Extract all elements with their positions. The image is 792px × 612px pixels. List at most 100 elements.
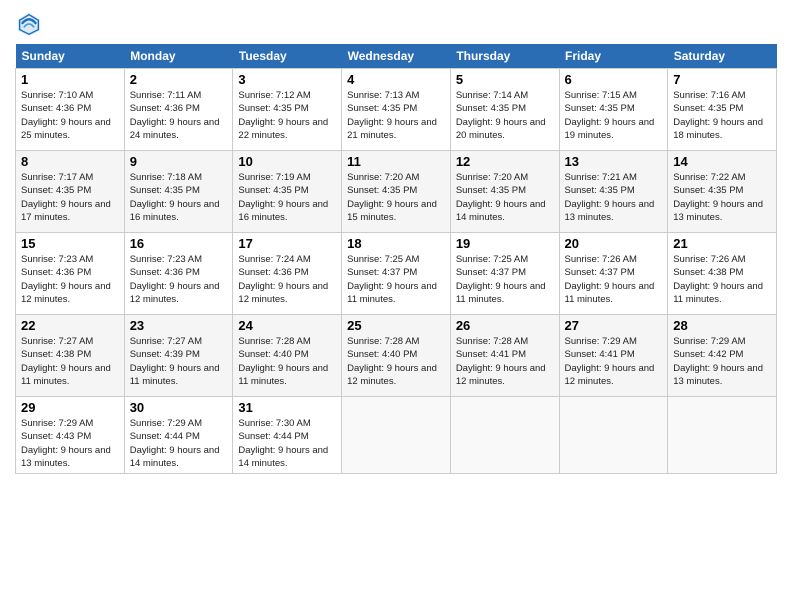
- header: [15, 10, 777, 38]
- calendar-cell: 10 Sunrise: 7:19 AMSunset: 4:35 PMDaylig…: [233, 151, 342, 233]
- day-number: 22: [21, 318, 119, 333]
- day-info: Sunrise: 7:25 AMSunset: 4:37 PMDaylight:…: [456, 254, 546, 305]
- day-number: 1: [21, 72, 119, 87]
- day-info: Sunrise: 7:30 AMSunset: 4:44 PMDaylight:…: [238, 418, 328, 469]
- calendar-cell: 4 Sunrise: 7:13 AMSunset: 4:35 PMDayligh…: [342, 69, 451, 151]
- calendar-cell: 2 Sunrise: 7:11 AMSunset: 4:36 PMDayligh…: [124, 69, 233, 151]
- day-number: 19: [456, 236, 554, 251]
- calendar-cell: 13 Sunrise: 7:21 AMSunset: 4:35 PMDaylig…: [559, 151, 668, 233]
- calendar-cell: 6 Sunrise: 7:15 AMSunset: 4:35 PMDayligh…: [559, 69, 668, 151]
- day-number: 27: [565, 318, 663, 333]
- day-info: Sunrise: 7:10 AMSunset: 4:36 PMDaylight:…: [21, 90, 111, 141]
- calendar-header-monday: Monday: [124, 44, 233, 69]
- calendar-cell: 19 Sunrise: 7:25 AMSunset: 4:37 PMDaylig…: [450, 233, 559, 315]
- calendar-header-tuesday: Tuesday: [233, 44, 342, 69]
- day-number: 9: [130, 154, 228, 169]
- day-info: Sunrise: 7:21 AMSunset: 4:35 PMDaylight:…: [565, 172, 655, 223]
- day-number: 31: [238, 400, 336, 415]
- day-number: 3: [238, 72, 336, 87]
- day-info: Sunrise: 7:20 AMSunset: 4:35 PMDaylight:…: [347, 172, 437, 223]
- day-number: 5: [456, 72, 554, 87]
- day-info: Sunrise: 7:11 AMSunset: 4:36 PMDaylight:…: [130, 90, 220, 141]
- day-number: 15: [21, 236, 119, 251]
- calendar-cell: 30 Sunrise: 7:29 AMSunset: 4:44 PMDaylig…: [124, 397, 233, 474]
- day-number: 16: [130, 236, 228, 251]
- calendar-header-sunday: Sunday: [16, 44, 125, 69]
- day-number: 25: [347, 318, 445, 333]
- calendar-header-saturday: Saturday: [668, 44, 777, 69]
- calendar-table: SundayMondayTuesdayWednesdayThursdayFrid…: [15, 44, 777, 474]
- page-container: SundayMondayTuesdayWednesdayThursdayFrid…: [0, 0, 792, 484]
- calendar-cell: 15 Sunrise: 7:23 AMSunset: 4:36 PMDaylig…: [16, 233, 125, 315]
- calendar-cell: [559, 397, 668, 474]
- day-number: 2: [130, 72, 228, 87]
- calendar-cell: 17 Sunrise: 7:24 AMSunset: 4:36 PMDaylig…: [233, 233, 342, 315]
- calendar-cell: 23 Sunrise: 7:27 AMSunset: 4:39 PMDaylig…: [124, 315, 233, 397]
- day-info: Sunrise: 7:13 AMSunset: 4:35 PMDaylight:…: [347, 90, 437, 141]
- day-number: 8: [21, 154, 119, 169]
- day-info: Sunrise: 7:29 AMSunset: 4:42 PMDaylight:…: [673, 336, 763, 387]
- day-info: Sunrise: 7:29 AMSunset: 4:41 PMDaylight:…: [565, 336, 655, 387]
- day-info: Sunrise: 7:26 AMSunset: 4:38 PMDaylight:…: [673, 254, 763, 305]
- day-number: 18: [347, 236, 445, 251]
- logo: [15, 10, 47, 38]
- day-info: Sunrise: 7:15 AMSunset: 4:35 PMDaylight:…: [565, 90, 655, 141]
- day-info: Sunrise: 7:27 AMSunset: 4:39 PMDaylight:…: [130, 336, 220, 387]
- calendar-cell: 18 Sunrise: 7:25 AMSunset: 4:37 PMDaylig…: [342, 233, 451, 315]
- day-info: Sunrise: 7:16 AMSunset: 4:35 PMDaylight:…: [673, 90, 763, 141]
- calendar-header-thursday: Thursday: [450, 44, 559, 69]
- day-number: 11: [347, 154, 445, 169]
- calendar-cell: 31 Sunrise: 7:30 AMSunset: 4:44 PMDaylig…: [233, 397, 342, 474]
- calendar-cell: 7 Sunrise: 7:16 AMSunset: 4:35 PMDayligh…: [668, 69, 777, 151]
- calendar-cell: 14 Sunrise: 7:22 AMSunset: 4:35 PMDaylig…: [668, 151, 777, 233]
- day-number: 26: [456, 318, 554, 333]
- calendar-cell: 20 Sunrise: 7:26 AMSunset: 4:37 PMDaylig…: [559, 233, 668, 315]
- calendar-cell: [668, 397, 777, 474]
- day-number: 12: [456, 154, 554, 169]
- day-info: Sunrise: 7:24 AMSunset: 4:36 PMDaylight:…: [238, 254, 328, 305]
- calendar-cell: 3 Sunrise: 7:12 AMSunset: 4:35 PMDayligh…: [233, 69, 342, 151]
- day-number: 13: [565, 154, 663, 169]
- logo-icon: [15, 10, 43, 38]
- day-info: Sunrise: 7:28 AMSunset: 4:40 PMDaylight:…: [238, 336, 328, 387]
- calendar-cell: 24 Sunrise: 7:28 AMSunset: 4:40 PMDaylig…: [233, 315, 342, 397]
- calendar-cell: 12 Sunrise: 7:20 AMSunset: 4:35 PMDaylig…: [450, 151, 559, 233]
- day-info: Sunrise: 7:22 AMSunset: 4:35 PMDaylight:…: [673, 172, 763, 223]
- day-number: 4: [347, 72, 445, 87]
- calendar-cell: 26 Sunrise: 7:28 AMSunset: 4:41 PMDaylig…: [450, 315, 559, 397]
- day-number: 28: [673, 318, 771, 333]
- day-number: 21: [673, 236, 771, 251]
- day-info: Sunrise: 7:28 AMSunset: 4:40 PMDaylight:…: [347, 336, 437, 387]
- calendar-cell: 22 Sunrise: 7:27 AMSunset: 4:38 PMDaylig…: [16, 315, 125, 397]
- calendar-cell: 1 Sunrise: 7:10 AMSunset: 4:36 PMDayligh…: [16, 69, 125, 151]
- day-number: 23: [130, 318, 228, 333]
- calendar-cell: 8 Sunrise: 7:17 AMSunset: 4:35 PMDayligh…: [16, 151, 125, 233]
- day-info: Sunrise: 7:23 AMSunset: 4:36 PMDaylight:…: [130, 254, 220, 305]
- day-number: 14: [673, 154, 771, 169]
- calendar-cell: 11 Sunrise: 7:20 AMSunset: 4:35 PMDaylig…: [342, 151, 451, 233]
- calendar-cell: 25 Sunrise: 7:28 AMSunset: 4:40 PMDaylig…: [342, 315, 451, 397]
- day-info: Sunrise: 7:14 AMSunset: 4:35 PMDaylight:…: [456, 90, 546, 141]
- day-info: Sunrise: 7:20 AMSunset: 4:35 PMDaylight:…: [456, 172, 546, 223]
- calendar-cell: 16 Sunrise: 7:23 AMSunset: 4:36 PMDaylig…: [124, 233, 233, 315]
- calendar-week-4: 22 Sunrise: 7:27 AMSunset: 4:38 PMDaylig…: [16, 315, 777, 397]
- calendar-body: 1 Sunrise: 7:10 AMSunset: 4:36 PMDayligh…: [16, 69, 777, 474]
- day-info: Sunrise: 7:27 AMSunset: 4:38 PMDaylight:…: [21, 336, 111, 387]
- day-info: Sunrise: 7:17 AMSunset: 4:35 PMDaylight:…: [21, 172, 111, 223]
- calendar-cell: 5 Sunrise: 7:14 AMSunset: 4:35 PMDayligh…: [450, 69, 559, 151]
- day-number: 7: [673, 72, 771, 87]
- day-number: 20: [565, 236, 663, 251]
- calendar-header-friday: Friday: [559, 44, 668, 69]
- day-number: 6: [565, 72, 663, 87]
- day-info: Sunrise: 7:25 AMSunset: 4:37 PMDaylight:…: [347, 254, 437, 305]
- calendar-cell: [342, 397, 451, 474]
- calendar-week-3: 15 Sunrise: 7:23 AMSunset: 4:36 PMDaylig…: [16, 233, 777, 315]
- calendar-cell: [450, 397, 559, 474]
- calendar-cell: 9 Sunrise: 7:18 AMSunset: 4:35 PMDayligh…: [124, 151, 233, 233]
- day-info: Sunrise: 7:19 AMSunset: 4:35 PMDaylight:…: [238, 172, 328, 223]
- day-number: 10: [238, 154, 336, 169]
- day-number: 29: [21, 400, 119, 415]
- calendar-cell: 21 Sunrise: 7:26 AMSunset: 4:38 PMDaylig…: [668, 233, 777, 315]
- day-info: Sunrise: 7:28 AMSunset: 4:41 PMDaylight:…: [456, 336, 546, 387]
- calendar-cell: 27 Sunrise: 7:29 AMSunset: 4:41 PMDaylig…: [559, 315, 668, 397]
